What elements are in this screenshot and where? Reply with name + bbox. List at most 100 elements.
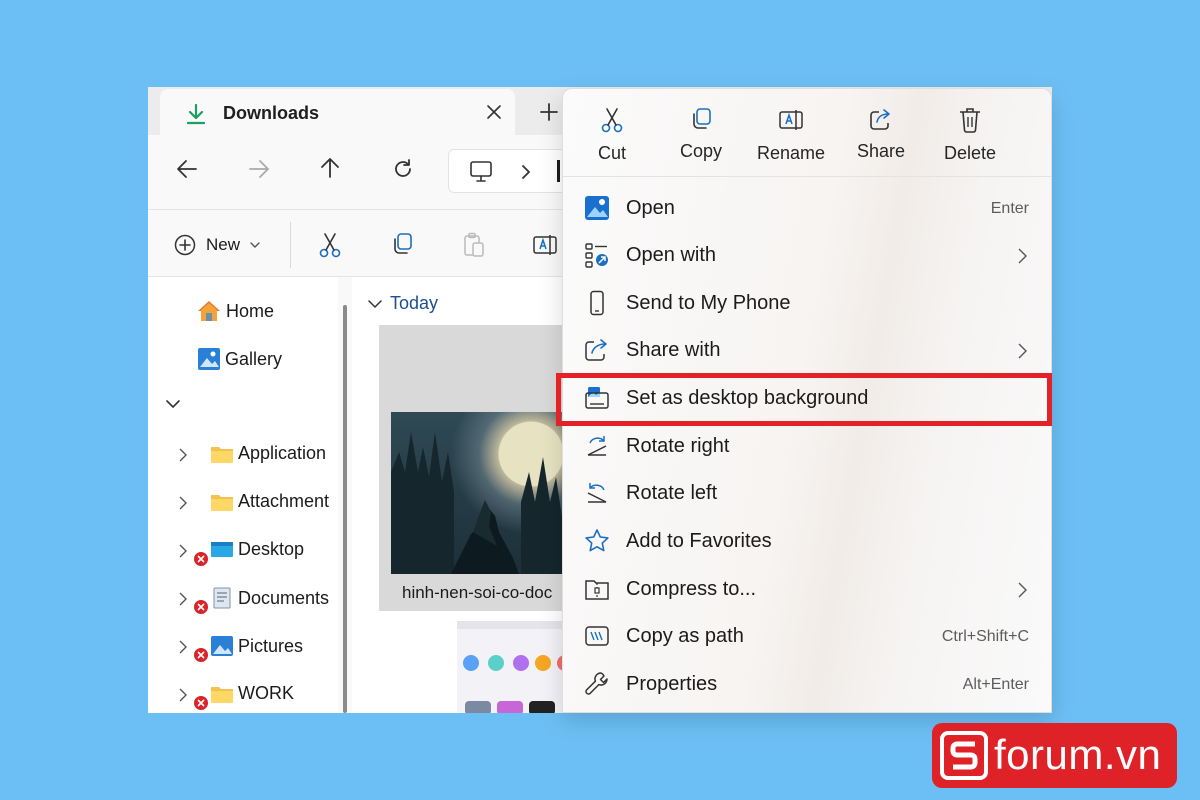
menu-item-rotate-right[interactable]: Rotate right [563,424,1051,470]
chevron-down-icon [250,241,260,249]
rename-label: Rename [756,143,826,163]
delete-button[interactable]: Delete [930,107,1010,164]
menu-item-label: Properties [626,673,718,695]
sidebar-item-documents[interactable]: Documents [210,587,329,609]
menu-item-properties[interactable]: Properties Alt+Enter [563,662,1051,708]
arrow-left-icon[interactable] [176,159,198,179]
rename-icon [778,107,804,133]
desktop-background-icon [584,385,610,411]
menu-item-copy-as-path[interactable]: Copy as path Ctrl+Shift+C [563,614,1051,660]
copy-icon [689,107,713,131]
chevron-right-icon[interactable] [179,640,187,654]
sidebar-item-label: Documents [238,587,330,608]
sync-error-icon [192,598,210,616]
chevron-right-icon[interactable] [179,688,187,702]
tab-title: Downloads [223,103,320,123]
rotate-right-icon [584,433,610,459]
menu-item-shortcut: Alt+Enter [962,676,1029,693]
arrow-up-icon[interactable] [320,157,340,179]
sidebar-item-application[interactable]: Application [210,443,326,464]
menu-item-rotate-left[interactable]: Rotate left [563,471,1051,517]
sidebar-item-work[interactable]: WORK [210,683,294,704]
rotate-left-icon [584,480,610,506]
sidebar-item-label: Pictures [238,635,304,656]
delete-label: Delete [943,143,997,163]
menu-item-add-to-favorites[interactable]: Add to Favorites [563,519,1051,565]
chevron-right-icon [1018,248,1027,264]
sync-error-icon [192,646,210,664]
folder-icon [210,444,234,464]
sidebar-item-attachment[interactable]: Attachment [210,491,329,512]
s-logo-mark [940,731,988,780]
menu-item-shortcut: Enter [990,200,1029,217]
menu-item-shortcut: Ctrl+Shift+C [941,628,1029,645]
sidebar-scrollbar[interactable] [338,277,352,713]
file-item[interactable] [457,621,577,713]
sidebar-item-label: WORK [238,683,294,703]
breadcrumb-chevron-icon[interactable] [521,164,531,180]
menu-item-send-to-phone[interactable]: Send to My Phone [563,281,1051,327]
wrench-icon [584,671,610,697]
menu-item-label: Send to My Phone [626,292,791,314]
menu-item-open-with[interactable]: Open with [563,233,1051,279]
sidebar-item-desktop[interactable]: Desktop [210,539,304,560]
close-icon[interactable] [486,104,502,120]
chevron-right-icon [1018,582,1027,598]
chevron-right-icon[interactable] [179,592,187,606]
context-menu: Cut Copy Rename Share Delete Open Enter … [562,88,1052,713]
sidebar-item-label: Attachment [238,491,330,511]
menu-item-label: Add to Favorites [626,530,772,552]
tab-downloads[interactable]: Downloads [160,89,515,135]
scissors-icon[interactable] [318,232,342,258]
menu-item-label: Rotate right [626,435,730,457]
group-header-today[interactable]: Today [368,293,438,314]
sidebar-item-home[interactable]: Home [196,299,274,323]
sidebar-item-label: Home [226,300,275,321]
menu-item-share-with[interactable]: Share with [563,328,1051,374]
chevron-down-icon[interactable] [166,399,180,409]
new-tab-button[interactable] [540,103,558,121]
share-icon [584,337,610,363]
menu-item-label: Rotate left [626,482,718,504]
menu-item-open[interactable]: Open Enter [563,186,1051,232]
cut-label: Cut [597,143,626,163]
share-label: Share [856,141,906,161]
sync-error-icon [192,694,210,712]
chevron-right-icon[interactable] [179,544,187,558]
scrollbar-thumb[interactable] [343,305,347,713]
arrow-right-icon[interactable] [248,159,270,179]
copy-icon[interactable] [390,232,414,256]
new-button[interactable]: New [174,234,260,256]
menu-item-set-desktop-background[interactable]: Set as desktop background [563,376,1051,422]
folder-icon [210,492,234,512]
folder-icon [210,684,234,704]
chevron-right-icon[interactable] [179,496,187,510]
share-icon [869,107,893,131]
pictures-folder-icon [210,635,234,657]
new-button-label: New [206,235,241,254]
sidebar-item-label: Application [238,443,327,463]
chevron-right-icon[interactable] [179,448,187,462]
desktop-folder-icon [210,540,234,560]
sidebar-item-pictures[interactable]: Pictures [210,635,303,657]
share-button[interactable]: Share [841,107,921,162]
menu-item-label: Open with [626,244,717,266]
zip-icon [584,576,610,602]
menu-item-label: Compress to... [626,578,757,600]
sync-error-icon [192,550,210,568]
trash-icon [959,107,981,133]
file-item[interactable]: hinh-nen-soi-co-doc [379,325,571,611]
this-pc-icon [469,160,493,184]
cut-button[interactable]: Cut [572,107,652,164]
menu-item-label: Set as desktop background [626,387,869,409]
file-name: hinh-nen-soi-co-doc [402,583,553,602]
documents-folder-icon [210,587,234,609]
rename-icon[interactable] [532,232,558,258]
refresh-icon[interactable] [392,158,414,180]
paste-icon[interactable] [462,232,486,258]
menu-item-compress[interactable]: Compress to... [563,567,1051,613]
copy-button[interactable]: Copy [661,107,741,162]
star-icon [584,528,610,554]
sidebar-item-gallery[interactable]: Gallery [197,347,282,371]
rename-button[interactable]: Rename [751,107,831,164]
